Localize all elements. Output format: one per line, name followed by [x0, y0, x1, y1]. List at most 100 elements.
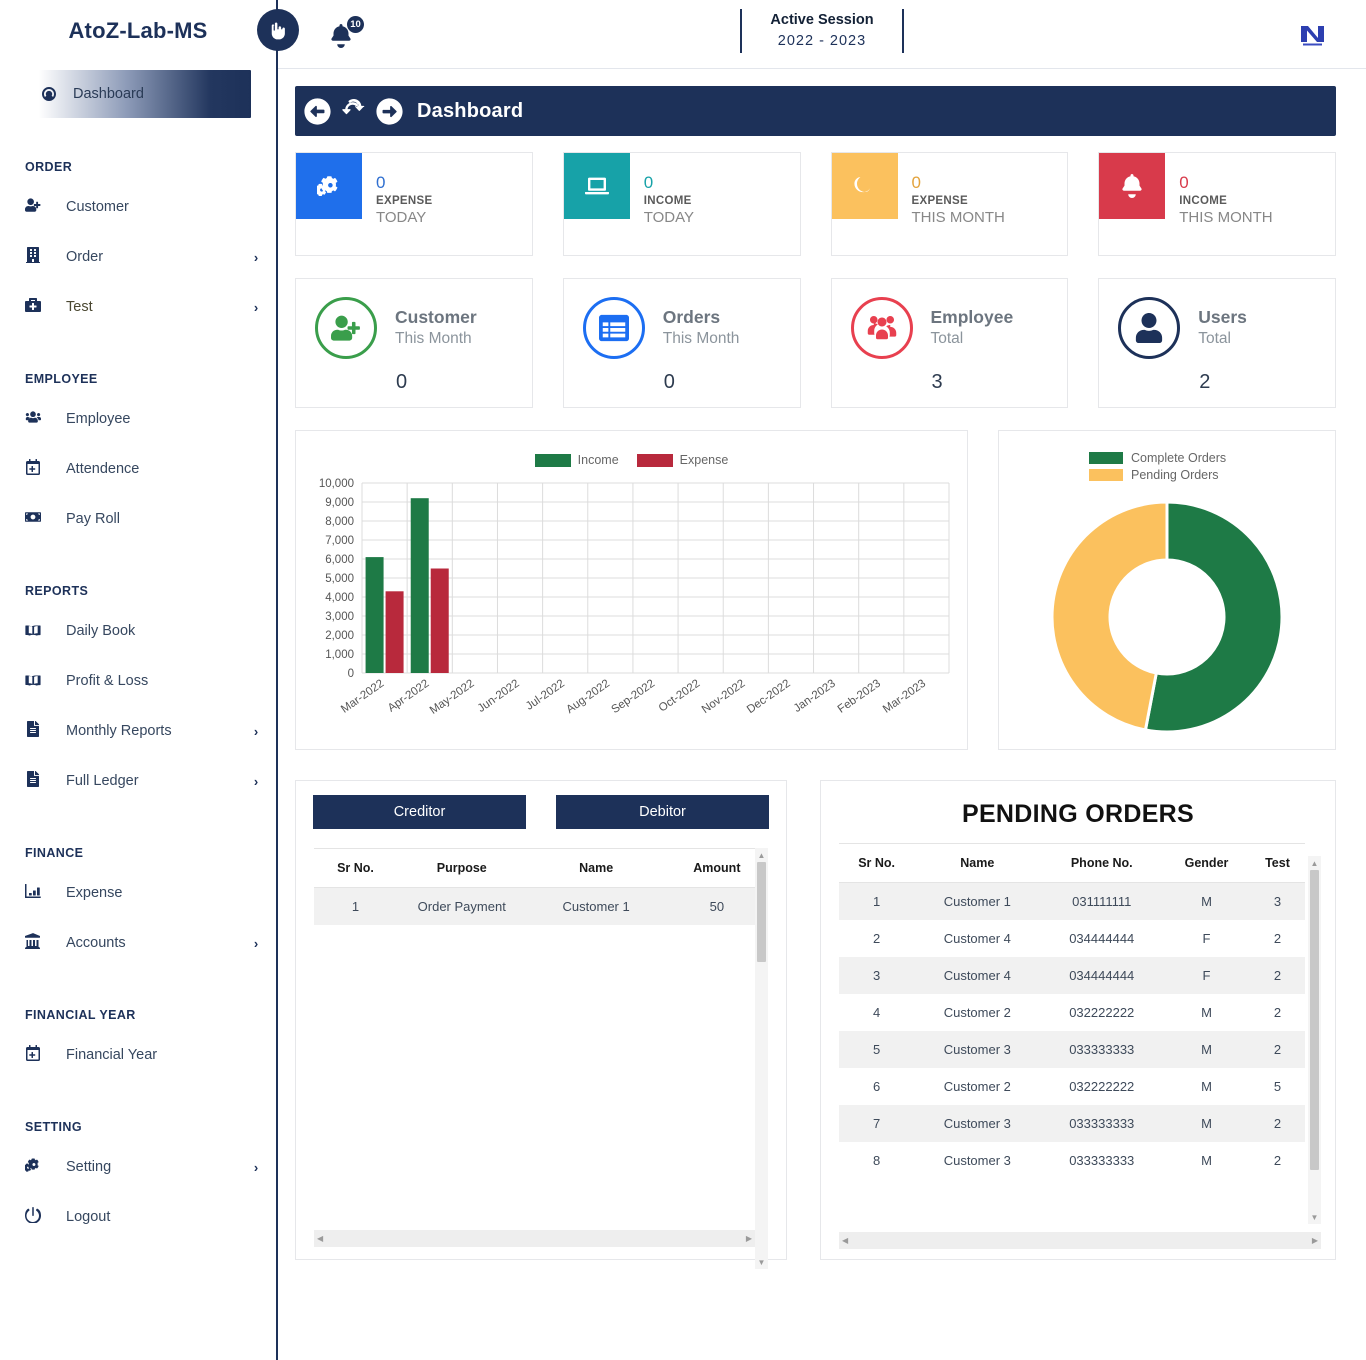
count-cards-row: Customer This Month 0 Orders This Month 0 Empl… — [295, 278, 1336, 408]
sidebar-item-setting[interactable]: Setting › — [0, 1142, 276, 1192]
summary-cards-row: 0 EXPENSE TODAY 0 INCOME TODAY 0 EXPENSE THIS MO… — [295, 152, 1336, 256]
table-cell: 1 — [839, 882, 915, 920]
notifications-button[interactable]: 10 — [330, 16, 364, 52]
table-cell: 2 — [1249, 1031, 1305, 1068]
svg-text:Jan-2023: Jan-2023 — [792, 678, 838, 715]
sidebar-item-label: Daily Book — [66, 623, 136, 639]
legend-item[interactable]: Income — [534, 453, 619, 467]
scroll-left-icon[interactable]: ◀ — [317, 1234, 323, 1243]
legend-item[interactable]: Pending Orders — [999, 468, 1335, 482]
sidebar-item-customer[interactable]: Customer — [0, 182, 276, 232]
summary-card[interactable]: 0 EXPENSE TODAY — [295, 152, 533, 256]
table-cell: Customer 1 — [914, 882, 1041, 920]
table-header-row: Sr No. Name Phone No. Gender Test — [839, 843, 1305, 883]
scroll-left-icon[interactable]: ◀ — [842, 1236, 848, 1245]
table-row[interactable]: 8 Customer 3 033333333 M 2 — [839, 1142, 1305, 1179]
chevron-right-icon: › — [253, 249, 259, 265]
legend-swatch — [1089, 452, 1123, 464]
table-row[interactable]: 7 Customer 3 033333333 M 2 — [839, 1105, 1305, 1142]
count-card[interactable]: Orders This Month 0 — [562, 278, 801, 408]
svg-text:Oct-2022: Oct-2022 — [657, 678, 703, 715]
pending-vertical-scrollbar[interactable]: ▲ ▼ — [1308, 856, 1321, 1224]
briefcase-medical-icon — [0, 297, 66, 317]
creditor-table-wrap: Sr No. Purpose Name Amount 1 Order Payment Cu… — [314, 848, 768, 1269]
table-row[interactable]: 5 Customer 3 033333333 M 2 — [839, 1031, 1305, 1068]
column-header: Phone No. — [1040, 843, 1164, 883]
chevron-right-icon: › — [253, 723, 259, 739]
table-cell: M — [1163, 1068, 1250, 1105]
sidebar-item-pay-roll[interactable]: Pay Roll — [0, 494, 276, 544]
summary-card[interactable]: 0 INCOME THIS MONTH — [1098, 152, 1336, 256]
refresh-icon[interactable] — [340, 98, 367, 125]
page-title: Dashboard — [417, 99, 524, 122]
svg-text:10,000: 10,000 — [319, 478, 354, 490]
svg-text:3,000: 3,000 — [325, 611, 354, 623]
sidebar-section-title: REPORTS — [25, 584, 89, 598]
sidebar-item-daily-book[interactable]: Daily Book — [0, 606, 276, 656]
arrow-circle-right-icon[interactable] — [376, 97, 403, 125]
card-subtitle: Total — [930, 330, 964, 347]
sidebar-item-profit-loss[interactable]: Profit & Loss — [0, 656, 276, 706]
sidebar-item-order[interactable]: Order › — [0, 232, 276, 282]
sidebar-item-monthly-reports[interactable]: Monthly Reports › — [0, 706, 276, 756]
table-row[interactable]: 1 Customer 1 031111111 M 3 — [839, 882, 1305, 920]
scroll-thumb[interactable] — [757, 862, 766, 962]
table-row[interactable]: 1 Order Payment Customer 1 50 — [314, 887, 768, 925]
sidebar-item-label: Logout — [66, 1209, 111, 1225]
scroll-right-icon[interactable]: ▶ — [1312, 1236, 1318, 1245]
scroll-down-icon[interactable]: ▼ — [1308, 1210, 1321, 1224]
sidebar-item-accounts[interactable]: Accounts › — [0, 918, 276, 968]
count-card[interactable]: Customer This Month 0 — [295, 278, 533, 408]
card-value: 0 — [643, 173, 654, 192]
table-row[interactable]: 4 Customer 2 032222222 M 2 — [839, 994, 1305, 1031]
session-divider-left — [740, 9, 743, 53]
svg-text:Nov-2022: Nov-2022 — [700, 678, 748, 716]
file-lines-icon — [0, 771, 66, 791]
table-row[interactable]: 3 Customer 4 034444444 F 2 — [839, 957, 1305, 994]
sidebar-item-full-ledger[interactable]: Full Ledger › — [0, 756, 276, 806]
sidebar-item-label: Order — [66, 249, 104, 265]
table-row[interactable]: 2 Customer 4 034444444 F 2 — [839, 920, 1305, 957]
company-logo — [1298, 22, 1328, 48]
sidebar-item-label: Full Ledger — [66, 773, 139, 789]
sidebar-item-label: Accounts — [66, 935, 126, 951]
scroll-up-icon[interactable]: ▲ — [755, 848, 768, 862]
sidebar-item-logout[interactable]: Logout — [0, 1192, 276, 1242]
user-plus-icon — [0, 197, 66, 217]
tab-debitor[interactable]: Debitor — [556, 795, 769, 829]
sidebar-item-employee[interactable]: Employee — [0, 394, 276, 444]
card-label-secondary: TODAY — [376, 209, 427, 226]
count-card[interactable]: Employee Total 3 — [830, 278, 1069, 408]
scroll-right-icon[interactable]: ▶ — [746, 1234, 752, 1243]
arrow-circle-left-icon[interactable] — [304, 97, 331, 125]
creditor-vertical-scrollbar[interactable]: ▲ ▼ — [755, 848, 768, 1269]
scroll-down-icon[interactable]: ▼ — [755, 1255, 768, 1269]
table-cell: Customer 3 — [914, 1142, 1041, 1179]
summary-card[interactable]: 0 INCOME TODAY — [562, 152, 801, 256]
sidebar-item-attendence[interactable]: Attendence — [0, 444, 276, 494]
brand-title: AtoZ-Lab-MS — [68, 18, 208, 43]
creditor-horizontal-scrollbar[interactable]: ◀ ▶ — [314, 1230, 755, 1247]
summary-card[interactable]: 0 EXPENSE THIS MONTH — [830, 152, 1069, 256]
scroll-thumb[interactable] — [1310, 870, 1319, 1170]
sidebar-item-dashboard[interactable]: Dashboard — [25, 70, 251, 118]
sidebar-item-financial-year[interactable]: Financial Year — [0, 1030, 276, 1080]
sidebar-item-label: Attendence — [66, 461, 140, 477]
page-header: Dashboard — [295, 86, 1336, 136]
hand-pointer-icon[interactable] — [257, 9, 299, 51]
svg-text:Jul-2022: Jul-2022 — [524, 678, 567, 713]
column-header: Name — [526, 848, 666, 888]
legend-item[interactable]: Complete Orders — [999, 451, 1335, 465]
card-label-secondary: THIS MONTH — [1179, 209, 1273, 226]
pending-horizontal-scrollbar[interactable]: ◀ ▶ — [839, 1232, 1321, 1249]
scroll-up-icon[interactable]: ▲ — [1308, 856, 1321, 870]
legend-item[interactable]: Expense — [636, 453, 728, 467]
legend-swatch — [534, 453, 571, 467]
sidebar-item-test[interactable]: Test › — [0, 282, 276, 332]
count-card[interactable]: Users Total 2 — [1098, 278, 1336, 408]
table-cell: 5 — [1249, 1068, 1305, 1105]
sidebar-item-expense[interactable]: Expense — [0, 868, 276, 918]
table-row[interactable]: 6 Customer 2 032222222 M 5 — [839, 1068, 1305, 1105]
tab-creditor[interactable]: Creditor — [313, 795, 526, 829]
table-cell: 3 — [1249, 882, 1305, 920]
